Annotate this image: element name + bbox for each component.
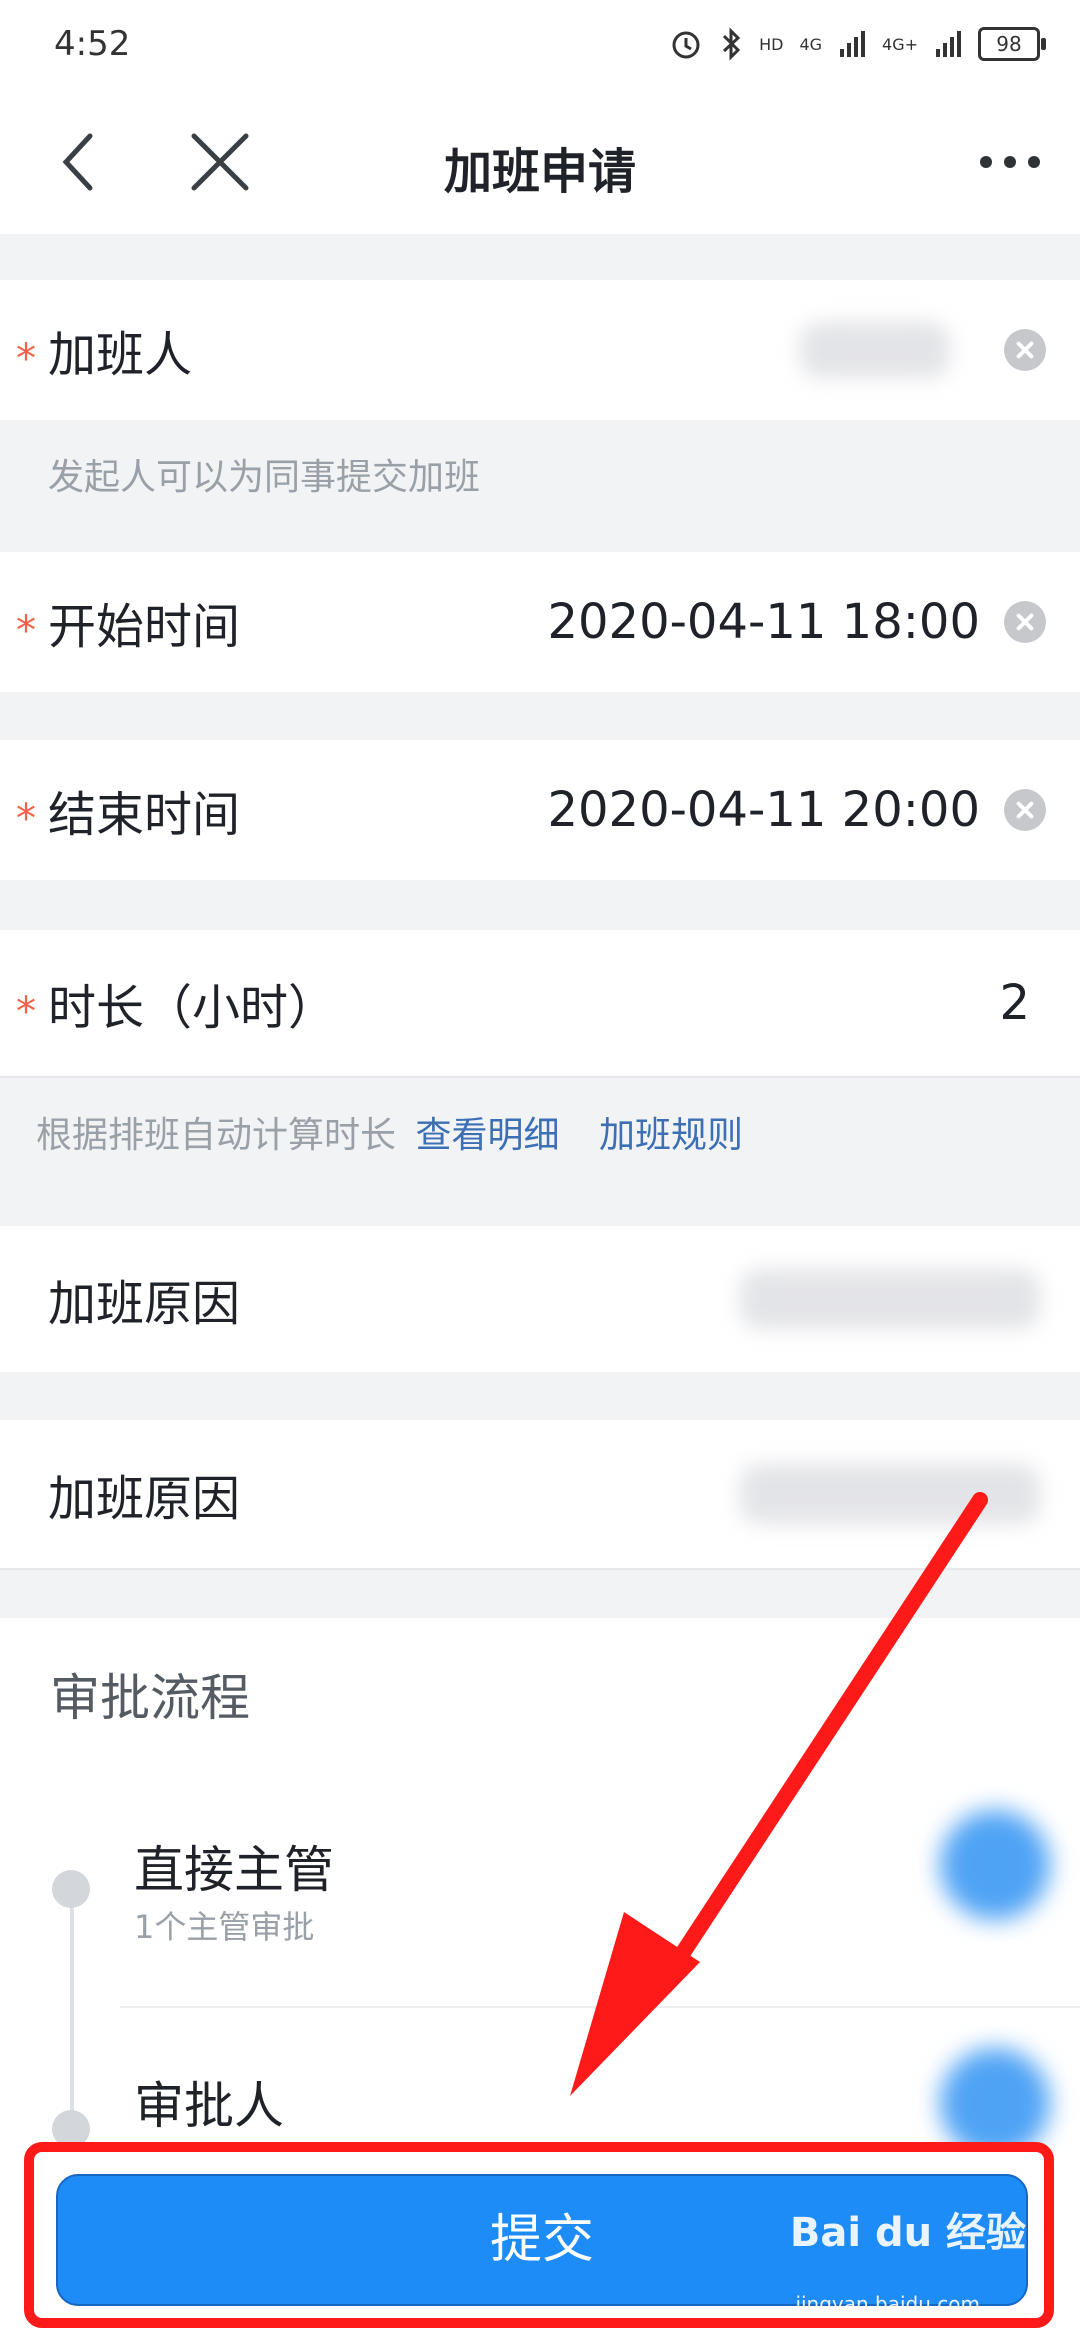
page-title: 加班申请 — [443, 144, 636, 200]
duration-hint: 根据排班自动计算时长 — [36, 1115, 397, 1156]
person-value-blurred — [800, 322, 950, 378]
bluetooth-icon — [723, 27, 741, 61]
network-label-2: 4G+ — [882, 34, 918, 54]
signal-icon-1 — [840, 31, 866, 57]
end-time-label: 结束时间 — [48, 787, 241, 843]
required-asterisk: * — [16, 796, 36, 843]
approval-title: 审批流程 — [50, 1669, 250, 1727]
reason-row-2[interactable]: 加班原因 — [0, 1420, 1080, 1570]
nav-bar: 加班申请 — [0, 90, 1080, 234]
signal-icon-2 — [936, 31, 961, 57]
view-detail-link[interactable]: 查看明细 — [415, 1115, 559, 1156]
clear-icon[interactable] — [1004, 789, 1046, 831]
duration-label: 时长（小时） — [48, 980, 337, 1036]
step-subtitle: 1个主管审批 — [134, 1908, 315, 1946]
alarm-icon — [672, 31, 700, 59]
clear-icon[interactable] — [1004, 329, 1046, 371]
more-icon[interactable] — [970, 122, 1050, 202]
reason-row-1[interactable]: 加班原因 — [0, 1226, 1080, 1372]
duration-value: 2 — [999, 975, 1030, 1031]
status-icons: HD 4G 4G+ 98 — [669, 22, 1046, 66]
divider — [120, 2006, 1080, 2008]
person-hint: 发起人可以为同事提交加班 — [48, 457, 481, 498]
clear-icon[interactable] — [1004, 601, 1046, 643]
end-time-value: 2020-04-11 20:00 — [547, 782, 980, 838]
step-title: 直接主管 — [134, 1841, 334, 1899]
status-bar: 4:52 HD 4G 4G+ 98 — [0, 0, 1080, 90]
step-title: 审批人 — [134, 2077, 284, 2135]
battery-icon: 98 — [978, 27, 1046, 61]
person-row[interactable]: * 加班人 — [0, 280, 1080, 420]
start-time-label: 开始时间 — [48, 599, 241, 655]
duration-row: * 时长（小时） 2 — [0, 930, 1080, 1078]
duration-hint-line: 根据排班自动计算时长 查看明细 加班规则 — [36, 1106, 743, 1158]
end-time-row[interactable]: * 结束时间 2020-04-11 20:00 — [0, 740, 1080, 880]
approver-avatar[interactable] — [940, 1810, 1050, 1920]
required-asterisk: * — [16, 336, 36, 383]
required-asterisk: * — [16, 989, 36, 1036]
watermark-logo: Bai du 经验 — [789, 2210, 1026, 2256]
status-time: 4:52 — [54, 24, 131, 64]
network-label-1: 4G — [799, 34, 823, 54]
watermark-url: jingyan.baidu.com — [795, 2292, 980, 2316]
required-asterisk: * — [16, 608, 36, 655]
reason-label-2: 加班原因 — [48, 1471, 241, 1527]
person-label: 加班人 — [48, 327, 193, 383]
start-time-row[interactable]: * 开始时间 2020-04-11 18:00 — [0, 552, 1080, 692]
reason-value-blurred-2 — [740, 1464, 1040, 1524]
overtime-rules-link[interactable]: 加班规则 — [599, 1115, 743, 1156]
reason-value-blurred-1 — [740, 1269, 1040, 1329]
start-time-value: 2020-04-11 18:00 — [547, 594, 980, 650]
timeline-dot — [52, 1870, 90, 1908]
hd-label: HD — [759, 34, 784, 54]
reason-label-1: 加班原因 — [48, 1276, 241, 1332]
